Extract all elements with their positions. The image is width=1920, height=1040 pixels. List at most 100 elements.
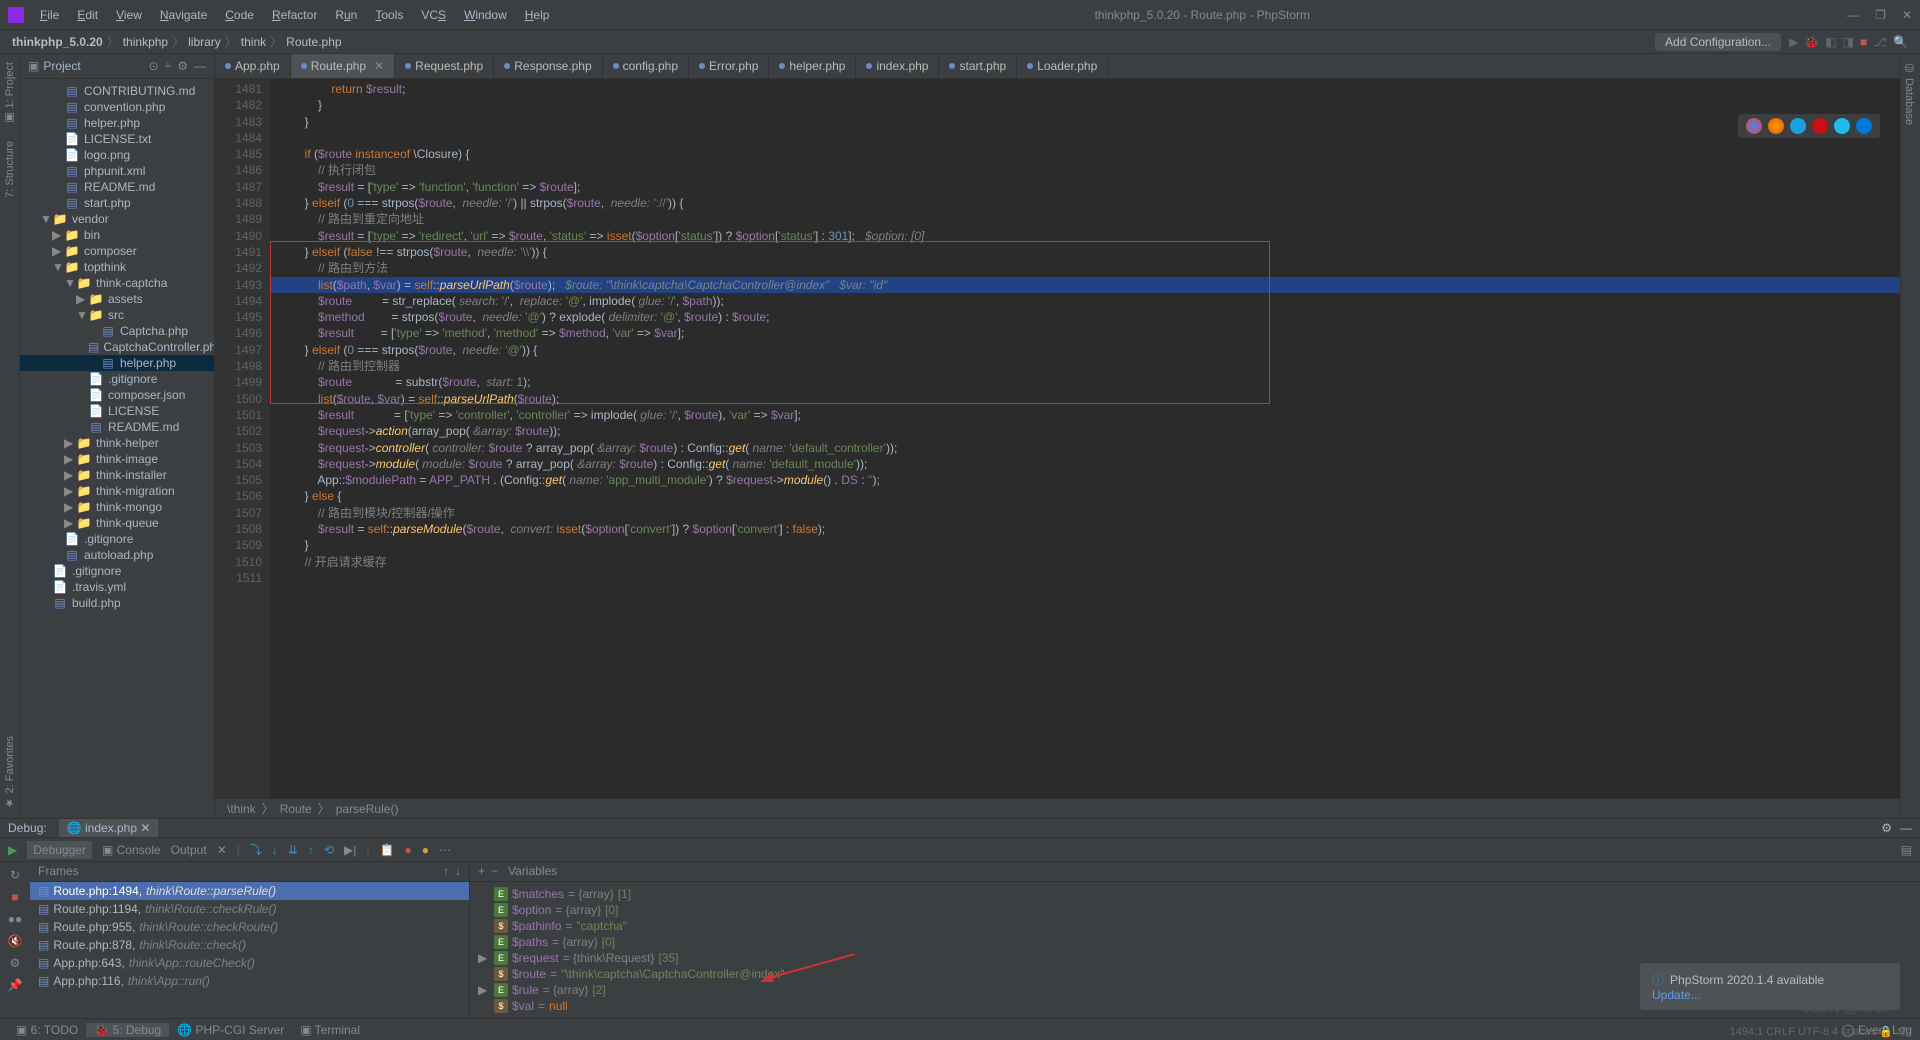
stack-frame[interactable]: ▤ App.php:116, think\App::run(): [30, 972, 469, 990]
structure-tool-tab[interactable]: 7: Structure: [2, 133, 18, 206]
mute-bp-icon[interactable]: ●: [404, 843, 411, 857]
stop-icon[interactable]: ■: [11, 890, 18, 904]
drop-frame-icon[interactable]: ⟲: [324, 843, 334, 857]
variable-row[interactable]: E $paths = {array} [0]: [478, 934, 1912, 950]
menu-navigate[interactable]: Navigate: [152, 4, 215, 26]
breadcrumb-item[interactable]: thinkphp_5.0.20: [12, 35, 103, 49]
layout-icon[interactable]: ▤: [1901, 843, 1912, 857]
tree-item[interactable]: ▶📁bin: [20, 227, 214, 243]
safari-icon[interactable]: [1790, 118, 1806, 134]
menu-file[interactable]: File: [32, 4, 67, 26]
pin-icon[interactable]: 📌: [8, 978, 23, 992]
menu-refactor[interactable]: Refactor: [264, 4, 325, 26]
project-tool-tab[interactable]: ▣ 1: Project: [1, 54, 18, 133]
debug-session-tab[interactable]: 🌐 index.php ✕: [59, 819, 159, 837]
php-cgi-tool[interactable]: 🌐 PHP-CGI Server: [169, 1023, 292, 1037]
step-into-icon[interactable]: ↓: [272, 843, 278, 857]
tree-item[interactable]: ▤autoload.php: [20, 547, 214, 563]
variable-row[interactable]: $ $pathinfo = "captcha": [478, 918, 1912, 934]
edge-icon[interactable]: [1856, 118, 1872, 134]
update-link[interactable]: Update...: [1652, 988, 1888, 1002]
tree-item[interactable]: ▤helper.php: [20, 355, 214, 371]
profiler-icon[interactable]: ◨: [1843, 35, 1854, 49]
step-over-icon[interactable]: ⤵: [250, 841, 262, 858]
breadcrumb-item[interactable]: library: [188, 35, 221, 49]
variable-row[interactable]: E $matches = {array} [1]: [478, 886, 1912, 902]
restart-icon[interactable]: ↻: [10, 868, 20, 882]
tree-item[interactable]: ▤CaptchaController.ph: [20, 339, 214, 355]
editor-tab[interactable]: index.php: [856, 54, 939, 78]
tree-item[interactable]: ▼📁think-captcha: [20, 275, 214, 291]
evaluate-icon[interactable]: 📋: [380, 843, 395, 857]
terminal-tool[interactable]: ▣ Terminal: [292, 1023, 368, 1037]
tree-item[interactable]: 📄.gitignore: [20, 371, 214, 387]
editor-tab[interactable]: helper.php: [769, 54, 856, 78]
tree-item[interactable]: ▤README.md: [20, 179, 214, 195]
add-watch-icon[interactable]: +: [478, 864, 485, 879]
hide-icon[interactable]: —: [194, 59, 206, 73]
force-step-icon[interactable]: ⇊: [288, 843, 298, 857]
project-tree[interactable]: ▤CONTRIBUTING.md▤convention.php▤helper.p…: [20, 79, 214, 818]
debug-hide-icon[interactable]: —: [1900, 821, 1912, 835]
tree-item[interactable]: 📄.gitignore: [20, 563, 214, 579]
tree-item[interactable]: 📄.gitignore: [20, 531, 214, 547]
run-to-cursor-icon[interactable]: ▶|: [344, 843, 356, 857]
collapse-icon[interactable]: ⊙: [149, 59, 159, 73]
stack-frame[interactable]: ▤ Route.php:1494, think\Route::parseRule…: [30, 882, 469, 900]
tree-item[interactable]: 📄.travis.yml: [20, 579, 214, 595]
tree-item[interactable]: ▤build.php: [20, 595, 214, 611]
editor-tab[interactable]: Error.php: [689, 54, 769, 78]
menu-run[interactable]: Run: [327, 4, 365, 26]
tree-item[interactable]: ▶📁think-helper: [20, 435, 214, 451]
settings2-icon[interactable]: ⚙: [10, 956, 21, 970]
mute-icon[interactable]: 🔇: [8, 934, 23, 948]
console-tab[interactable]: ▣ Console: [102, 843, 161, 857]
minimize-button[interactable]: —: [1847, 8, 1859, 22]
debug-settings-icon[interactable]: ⚙: [1881, 821, 1892, 835]
tree-item[interactable]: 📄LICENSE: [20, 403, 214, 419]
tree-item[interactable]: ▤phpunit.xml: [20, 163, 214, 179]
stack-frame[interactable]: ▤ App.php:643, think\App::routeCheck(): [30, 954, 469, 972]
editor-tab[interactable]: config.php: [603, 54, 689, 78]
breadcrumb-item[interactable]: think: [241, 35, 266, 49]
todo-tool[interactable]: ▣ 6: TODO: [8, 1023, 86, 1037]
tree-item[interactable]: ▤helper.php: [20, 115, 214, 131]
next-frame-icon[interactable]: ↓: [455, 864, 461, 879]
output-tab[interactable]: Output: [171, 843, 207, 857]
opera-icon[interactable]: [1812, 118, 1828, 134]
more-icon[interactable]: ⋯: [439, 843, 451, 857]
tree-item[interactable]: 📄LICENSE.txt: [20, 131, 214, 147]
project-arrow-icon[interactable]: ▣: [28, 59, 39, 73]
prev-frame-icon[interactable]: ↑: [443, 864, 449, 879]
menu-vcs[interactable]: VCS: [413, 4, 454, 26]
tree-item[interactable]: ▼📁topthink: [20, 259, 214, 275]
run-icon[interactable]: ▶: [1789, 35, 1798, 49]
variable-row[interactable]: E $option = {array} [0]: [478, 902, 1912, 918]
editor-tab[interactable]: Response.php: [494, 54, 602, 78]
view-bp-icon[interactable]: ●: [422, 843, 429, 857]
tree-item[interactable]: ▶📁think-migration: [20, 483, 214, 499]
remove-watch-icon[interactable]: −: [491, 864, 498, 879]
editor-tab[interactable]: start.php: [939, 54, 1017, 78]
menu-view[interactable]: View: [108, 4, 150, 26]
breadcrumb-item[interactable]: thinkphp: [123, 35, 168, 49]
tree-item[interactable]: ▶📁think-queue: [20, 515, 214, 531]
firefox-icon[interactable]: [1768, 118, 1784, 134]
menu-help[interactable]: Help: [517, 4, 558, 26]
close-tab-icon[interactable]: ✕: [374, 59, 384, 73]
menu-window[interactable]: Window: [456, 4, 515, 26]
resume-icon[interactable]: ▶: [8, 843, 17, 857]
expand-icon[interactable]: ÷: [165, 59, 172, 73]
stack-frame[interactable]: ▤ Route.php:1194, think\Route::checkRule…: [30, 900, 469, 918]
git-icon[interactable]: ⎇: [1873, 35, 1887, 49]
settings-icon[interactable]: ⚙: [177, 59, 188, 73]
tree-item[interactable]: ▤start.php: [20, 195, 214, 211]
menu-code[interactable]: Code: [217, 4, 262, 26]
database-tool-tab[interactable]: ⛁ Database: [1901, 54, 1918, 133]
code-area[interactable]: return $result; } } if ($route instanceo…: [270, 79, 1900, 798]
tree-item[interactable]: ▤CONTRIBUTING.md: [20, 83, 214, 99]
close-button[interactable]: ✕: [1902, 8, 1912, 22]
stack-frame[interactable]: ▤ Route.php:955, think\Route::checkRoute…: [30, 918, 469, 936]
tree-item[interactable]: 📄logo.png: [20, 147, 214, 163]
menu-edit[interactable]: Edit: [69, 4, 106, 26]
